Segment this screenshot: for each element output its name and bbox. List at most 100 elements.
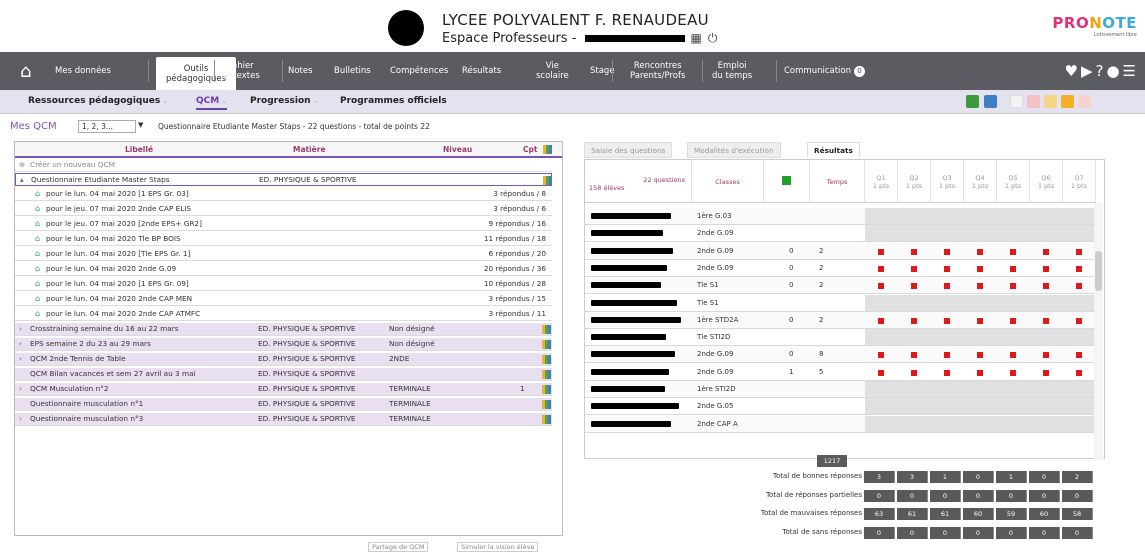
chart-icon[interactable] xyxy=(542,325,551,334)
qcm-row[interactable]: › Crosstraining semaine du 16 au 22 mars E… xyxy=(15,323,552,336)
head-question[interactable]: Q2 1 pts xyxy=(898,160,931,203)
subnav-item-1[interactable]: QCM ⌄ xyxy=(196,96,228,110)
result-row[interactable]: Tle S1 xyxy=(585,294,1094,312)
qcm-session-row[interactable]: ⌂ pour le lun. 04 mai 2020 2nde CAP ATMFC… xyxy=(15,308,552,321)
result-row[interactable]: 2nde G.09 xyxy=(585,225,1094,243)
subnav-item-3[interactable]: Programmes officiels xyxy=(340,96,447,106)
simulate-student-view-button[interactable]: Simuler la vision élève xyxy=(457,542,539,552)
responses-count: 10 répondus / 28 xyxy=(483,279,546,288)
result-row[interactable]: 1ère STD2A 0 2 xyxy=(585,311,1094,329)
qcm-session-row[interactable]: ⌂ pour le jeu. 07 mai 2020 [2nde EPS+ GR2… xyxy=(15,218,552,231)
result-row[interactable]: 2nde G.09 0 2 xyxy=(585,259,1094,277)
download-icon[interactable] xyxy=(966,95,979,108)
nav-item-10[interactable]: Emploi du temps xyxy=(712,52,752,90)
head-question[interactable]: Q1 1 pts xyxy=(865,160,898,203)
result-row[interactable]: 2nde G.05 xyxy=(585,398,1094,416)
head-questions: 22 questions 158 élèves xyxy=(585,160,692,203)
frame-icon[interactable] xyxy=(1061,95,1074,108)
subnav-item-2[interactable]: Progression ⌄ xyxy=(250,96,318,106)
nav-item-11[interactable]: Communication 0 xyxy=(784,52,865,90)
result-row[interactable]: 2nde G.09 0 8 xyxy=(585,346,1094,364)
result-row[interactable]: Tle S1 0 2 xyxy=(585,277,1094,295)
share-qcm-button[interactable]: Partage de QCM xyxy=(368,542,429,552)
qr-icon[interactable]: ▦ xyxy=(691,31,702,45)
communication-badge: 0 xyxy=(854,65,865,77)
qcm-row[interactable]: ▴ Questionnaire Etudiante Master Staps ED.… xyxy=(15,173,552,186)
qcm-session-row[interactable]: ⌂ pour le lun. 04 mai 2020 [1 EPS Gr. 03]… xyxy=(15,188,552,201)
wrong-answer-mark xyxy=(1076,283,1082,290)
col-matiere[interactable]: Matière xyxy=(293,145,326,154)
upload-icon[interactable] xyxy=(984,95,997,108)
nav-item-0[interactable]: Mes données xyxy=(55,52,111,90)
chart-icon[interactable] xyxy=(542,370,551,379)
expand-icon[interactable]: › xyxy=(19,383,22,395)
head-question[interactable]: Q5 1 pts xyxy=(997,160,1030,203)
total-cell: 3 xyxy=(864,471,895,483)
col-libelle[interactable]: Libellé xyxy=(125,145,153,154)
result-row[interactable]: 2nde G.09 1 5 xyxy=(585,363,1094,381)
pdf-icon[interactable] xyxy=(1027,95,1040,108)
result-row[interactable]: 1ère G.03 xyxy=(585,208,1094,225)
qcm-row[interactable]: Questionnaire musculation n°1 ED. PHYSIQU… xyxy=(15,398,552,411)
chevron-down-icon[interactable]: ▼ xyxy=(138,121,143,129)
qcm-session-row[interactable]: ⌂ pour le lun. 04 mai 2020 [Tle EPS Gr. 1… xyxy=(15,248,552,261)
head-classes[interactable]: Classes xyxy=(692,160,764,203)
qcm-row[interactable]: QCM Bilan vacances et sem 27 avril au 3 … xyxy=(15,368,552,381)
chart-icon[interactable] xyxy=(542,400,551,409)
total-cell: 0 xyxy=(1029,489,1060,502)
trash-icon[interactable] xyxy=(1078,95,1091,108)
wrong-answer-mark xyxy=(878,369,884,376)
head-question[interactable]: Q6 1 pts xyxy=(1030,160,1063,203)
col-niveau[interactable]: Niveau xyxy=(443,145,472,154)
print-icon[interactable] xyxy=(1010,95,1023,108)
power-icon[interactable]: ⏻ xyxy=(708,31,718,46)
qcm-row[interactable]: › QCM Musculation n°2 ED. PHYSIQUE & SPORT… xyxy=(15,383,552,396)
tab-resultats[interactable]: Résultats xyxy=(807,142,860,158)
expand-icon[interactable]: › xyxy=(19,353,22,365)
qcm-session-row[interactable]: ⌂ pour le lun. 04 mai 2020 [1 EPS Gr. 09]… xyxy=(15,278,552,291)
nav-item-2[interactable]: Cahier de textes xyxy=(220,52,260,90)
result-row[interactable]: Tle STI2D xyxy=(585,329,1094,347)
subnav-item-0[interactable]: Ressources pédagogiques ⌄ xyxy=(28,96,168,106)
nav-item-4[interactable]: Bulletins xyxy=(334,52,371,90)
tab-saisie-questions[interactable]: Saisie des questions xyxy=(584,142,673,158)
nav-item-6[interactable]: Résultats xyxy=(462,52,501,90)
qcm-session-row[interactable]: ⌂ pour le lun. 04 mai 2020 Tle BP BOIS 11 … xyxy=(15,233,552,246)
tab-modalites[interactable]: Modalités d'exécution xyxy=(687,142,781,158)
expand-icon[interactable]: › xyxy=(19,338,22,350)
expand-icon[interactable]: › xyxy=(19,413,22,425)
qcm-row[interactable]: › QCM 2nde Tennis de Table ED. PHYSIQUE & … xyxy=(15,353,552,366)
chart-icon[interactable] xyxy=(543,176,552,185)
home-icon[interactable]: ⌂ xyxy=(20,61,31,82)
nav-item-5[interactable]: Compétences xyxy=(390,52,448,90)
nav-item-8[interactable]: Stage xyxy=(590,52,615,90)
create-qcm-row[interactable]: ⊕ Créer un nouveau QCM xyxy=(15,159,552,172)
result-row[interactable]: 1ère STI2D xyxy=(585,381,1094,398)
chart-icon[interactable] xyxy=(542,385,551,394)
head-question[interactable]: Q7 1 pts xyxy=(1063,160,1096,203)
head-question[interactable]: Q3 1 pts xyxy=(931,160,964,203)
chart-icon[interactable] xyxy=(542,340,551,349)
head-question[interactable]: Q4 1 pts xyxy=(964,160,997,203)
export-icon[interactable] xyxy=(1044,95,1057,108)
qcm-session-row[interactable]: ⌂ pour le jeu. 07 mai 2020 2nde CAP ELIS 3… xyxy=(15,203,552,216)
collapse-icon[interactable]: ▴ xyxy=(20,174,24,186)
toolbar-icons[interactable]: ♥▶?●☰ xyxy=(1065,62,1139,80)
qcm-row[interactable]: › Questionnaire musculation n°3 ED. PHYSIQ… xyxy=(15,413,552,426)
head-temps[interactable]: Temps xyxy=(810,160,865,203)
nav-item-3[interactable]: Notes xyxy=(288,52,313,90)
qcm-session-row[interactable]: ⌂ pour le lun. 04 mai 2020 2nde CAP MEN 3 … xyxy=(15,293,552,306)
nav-item-9[interactable]: Rencontres Parents/Profs xyxy=(630,52,685,90)
chart-icon[interactable] xyxy=(542,355,551,364)
qcm-row[interactable]: › EPS semaine 2 du 23 au 29 mars ED. PHYSI… xyxy=(15,338,552,351)
result-row[interactable]: 2nde CAP A xyxy=(585,415,1094,433)
expand-icon[interactable]: › xyxy=(19,323,22,335)
col-cpt[interactable]: Cpt xyxy=(523,145,537,154)
chart-icon[interactable] xyxy=(542,415,551,424)
nav-item-7[interactable]: Vie scolaire xyxy=(536,52,569,90)
results-scrollbar[interactable] xyxy=(1094,203,1103,460)
qcm-session-row[interactable]: ⌂ pour le lun. 04 mai 2020 2nde G.09 20 ré… xyxy=(15,263,552,276)
result-row[interactable]: 2nde G.09 0 2 xyxy=(585,242,1094,260)
qcm-select[interactable]: 1, 2, 3... xyxy=(78,120,136,133)
wrong-answer-mark xyxy=(1076,248,1082,255)
